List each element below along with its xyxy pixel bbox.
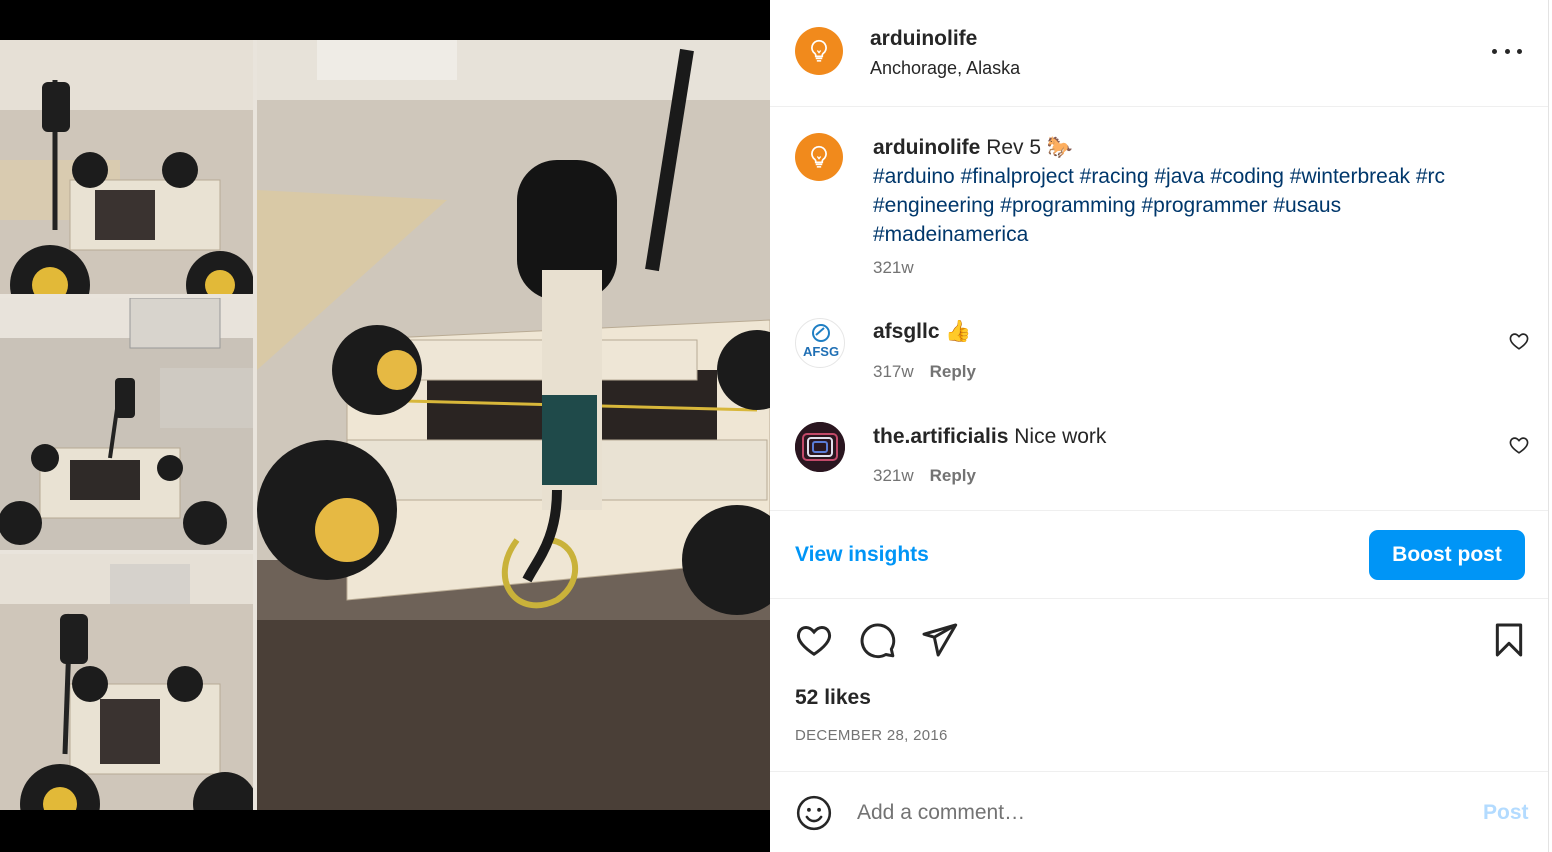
boost-post-button[interactable]: Boost post [1369,530,1525,580]
comment-2-reply-button[interactable]: Reply [930,466,976,485]
post-actions [770,620,1548,660]
caption-hashtags-line-3[interactable]: #madeinamerica [873,220,1493,249]
comment-1-username[interactable]: afsgllc [873,320,940,343]
afsg-logo-text: AFSG [803,344,839,359]
comment-2: the.artificialis Nice work [873,425,1106,449]
instagram-post-view: arduinolife Anchorage, Alaska arduinolif… [0,0,1552,852]
collage-thumb-3 [0,554,253,810]
author-avatar[interactable] [795,27,843,75]
likes-count[interactable]: 52 likes [795,686,871,710]
collage-thumb-1 [0,40,253,294]
post-header: arduinolife Anchorage, Alaska [770,0,1548,107]
post-comment-button[interactable]: Post [1483,801,1529,825]
insights-bar: View insights Boost post [770,510,1548,599]
comment-1-like-heart-icon[interactable] [1508,330,1530,352]
post-details-panel: arduinolife Anchorage, Alaska arduinolif… [770,0,1548,852]
lightbulb-icon [811,39,827,62]
post-location[interactable]: Anchorage, Alaska [870,58,1020,79]
comment-icon[interactable] [857,620,897,660]
comment-1-meta: 317w Reply [873,362,976,382]
more-options-icon[interactable] [1492,38,1522,64]
post-caption: arduinolife Rev 5 🐎 #arduino #finalproje… [873,133,1493,249]
collage-thumb-2 [0,298,253,550]
caption-text: Rev 5 🐎 [986,136,1074,159]
comment-1: afsgllc 👍 [873,320,972,344]
scrollbar[interactable] [1548,0,1552,852]
caption-hashtags-line-1[interactable]: #arduino #finalproject #racing #java #co… [873,162,1493,191]
caption-avatar[interactable] [795,133,843,181]
send-icon[interactable] [919,620,959,660]
post-media [0,0,770,852]
photo-collage[interactable] [0,40,770,810]
add-comment-bar: Post [770,771,1548,852]
comment-1-reply-button[interactable]: Reply [930,362,976,381]
author-username[interactable]: arduinolife [870,27,977,51]
comment-2-like-heart-icon[interactable] [1508,434,1530,456]
comment-1-text: 👍 [945,320,972,343]
comment-input[interactable] [857,794,1437,832]
view-insights-link[interactable]: View insights [795,543,929,567]
comment-2-meta: 321w Reply [873,466,976,486]
comment-avatar-afsgllc[interactable]: AFSG [795,318,845,368]
caption-hashtags-line-2[interactable]: #engineering #programming #programmer #u… [873,191,1493,220]
caption-username[interactable]: arduinolife [873,136,980,159]
heart-icon[interactable] [794,620,834,660]
comment-avatar-the-artificialis[interactable] [795,422,845,472]
emoji-icon[interactable] [795,794,833,832]
collage-main-photo [257,40,770,810]
post-date: DECEMBER 28, 2016 [795,727,948,744]
lightbulb-icon [811,145,827,168]
comment-2-text: Nice work [1014,425,1107,448]
comment-2-timestamp[interactable]: 321w [873,466,914,485]
caption-timestamp[interactable]: 321w [873,258,914,278]
bookmark-icon[interactable] [1489,620,1529,660]
comment-1-timestamp[interactable]: 317w [873,362,914,381]
comment-2-username[interactable]: the.artificialis [873,425,1008,448]
